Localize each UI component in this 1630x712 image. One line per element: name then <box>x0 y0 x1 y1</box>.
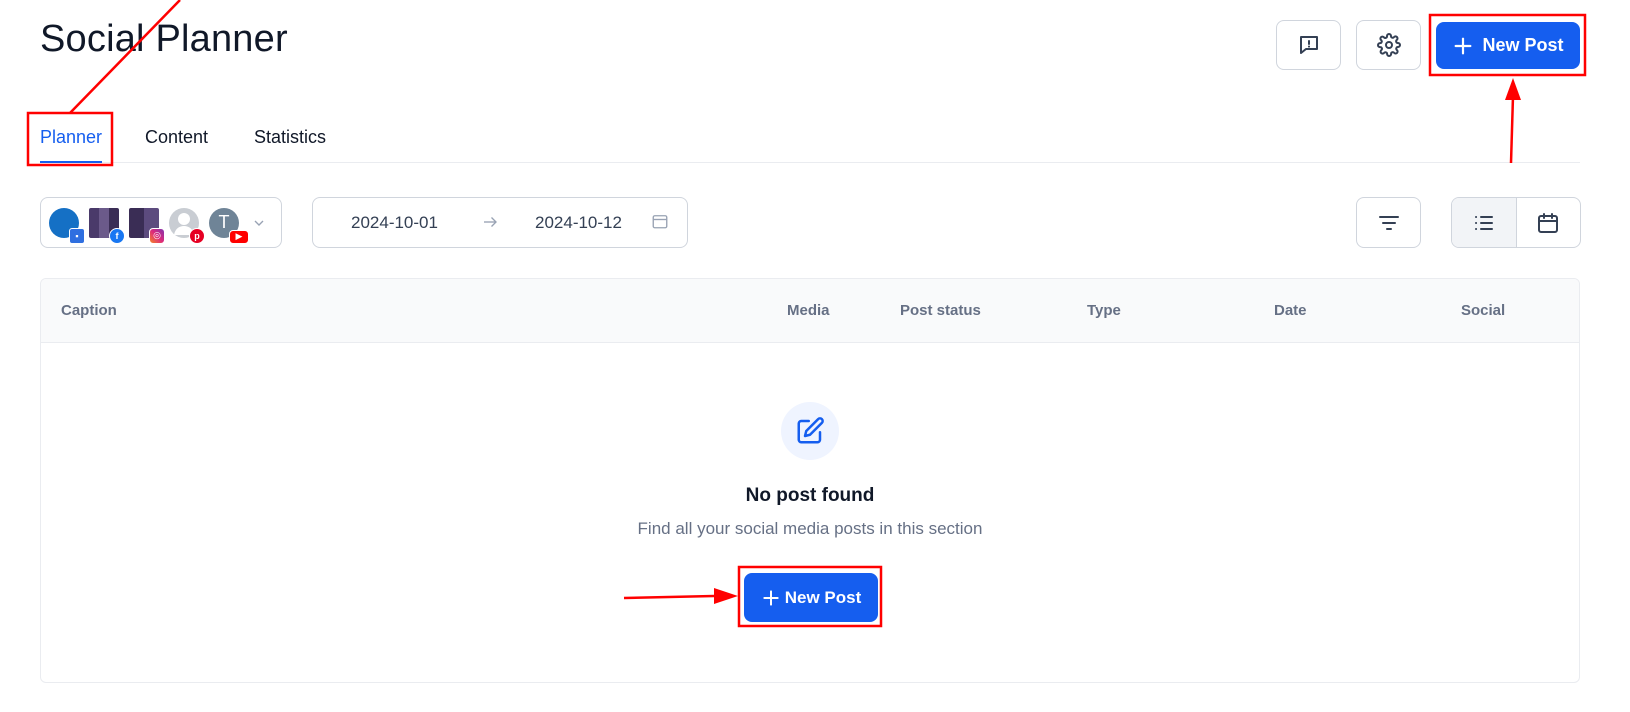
message-alert-icon <box>1299 36 1318 54</box>
column-media: Media <box>787 302 830 319</box>
filter-button[interactable] <box>1356 197 1421 248</box>
settings-button[interactable] <box>1356 20 1421 70</box>
tab-statistics[interactable]: Statistics <box>254 127 326 163</box>
column-social: Social <box>1461 302 1506 319</box>
account-avatar-facebook: f <box>89 207 125 244</box>
youtube-icon: ▶ <box>229 229 249 244</box>
column-date: Date <box>1274 302 1307 319</box>
chevron-down-icon <box>254 220 264 226</box>
tab-bar: Planner Content Statistics <box>40 123 1580 163</box>
account-avatar-gmb: ▪ <box>49 207 85 244</box>
arrow-right-icon <box>484 217 497 227</box>
page-title: Social Planner <box>40 18 288 60</box>
avatar-letter: T <box>218 212 230 232</box>
new-post-button[interactable]: New Post <box>1436 22 1580 69</box>
date-range-picker[interactable]: 2024-10-01 2024-10-12 <box>312 197 688 248</box>
new-post-label: New Post <box>1482 35 1564 55</box>
empty-state-new-post-button[interactable]: New Post <box>744 573 878 622</box>
gear-icon <box>1376 33 1401 57</box>
empty-state-button-label: New Post <box>784 587 862 607</box>
empty-state-subtitle: Find all your social media posts in this… <box>637 519 983 538</box>
account-selector[interactable]: ▪ f ◎ p T ▶ <box>40 197 282 248</box>
pinterest-icon: p <box>189 227 205 244</box>
account-avatar-instagram: ◎ <box>129 207 165 244</box>
empty-state-icon <box>781 402 839 460</box>
account-avatar-pinterest: p <box>169 207 205 244</box>
list-icon <box>1474 215 1493 230</box>
instagram-icon: ◎ <box>149 227 165 244</box>
facebook-icon: f <box>109 227 125 244</box>
feedback-button[interactable] <box>1276 20 1341 70</box>
calendar-icon <box>652 215 668 229</box>
list-view-button[interactable] <box>1452 198 1517 247</box>
plus-icon <box>763 589 779 606</box>
edit-icon <box>797 417 824 444</box>
column-caption: Caption <box>61 302 117 319</box>
posts-table: Caption Media Post status Type Date Soci… <box>40 278 1580 683</box>
plus-icon <box>1455 37 1472 54</box>
table-header: Caption Media Post status Type Date Soci… <box>41 279 1579 343</box>
tab-planner[interactable]: Planner <box>40 127 103 163</box>
filter-icon <box>1378 215 1399 230</box>
view-toggle <box>1451 197 1581 248</box>
annotation-arrow-top-head <box>1505 78 1521 100</box>
calendar-view-button[interactable] <box>1517 198 1581 247</box>
date-start[interactable]: 2024-10-01 <box>351 213 438 233</box>
column-type: Type <box>1087 302 1121 319</box>
tab-content[interactable]: Content <box>145 127 208 163</box>
column-post-status: Post status <box>900 302 981 319</box>
calendar-icon <box>1538 212 1559 233</box>
account-avatar-youtube: T ▶ <box>209 207 249 244</box>
empty-state-title: No post found <box>745 485 875 506</box>
date-end[interactable]: 2024-10-12 <box>535 213 622 233</box>
gmb-icon: ▪ <box>69 227 85 244</box>
